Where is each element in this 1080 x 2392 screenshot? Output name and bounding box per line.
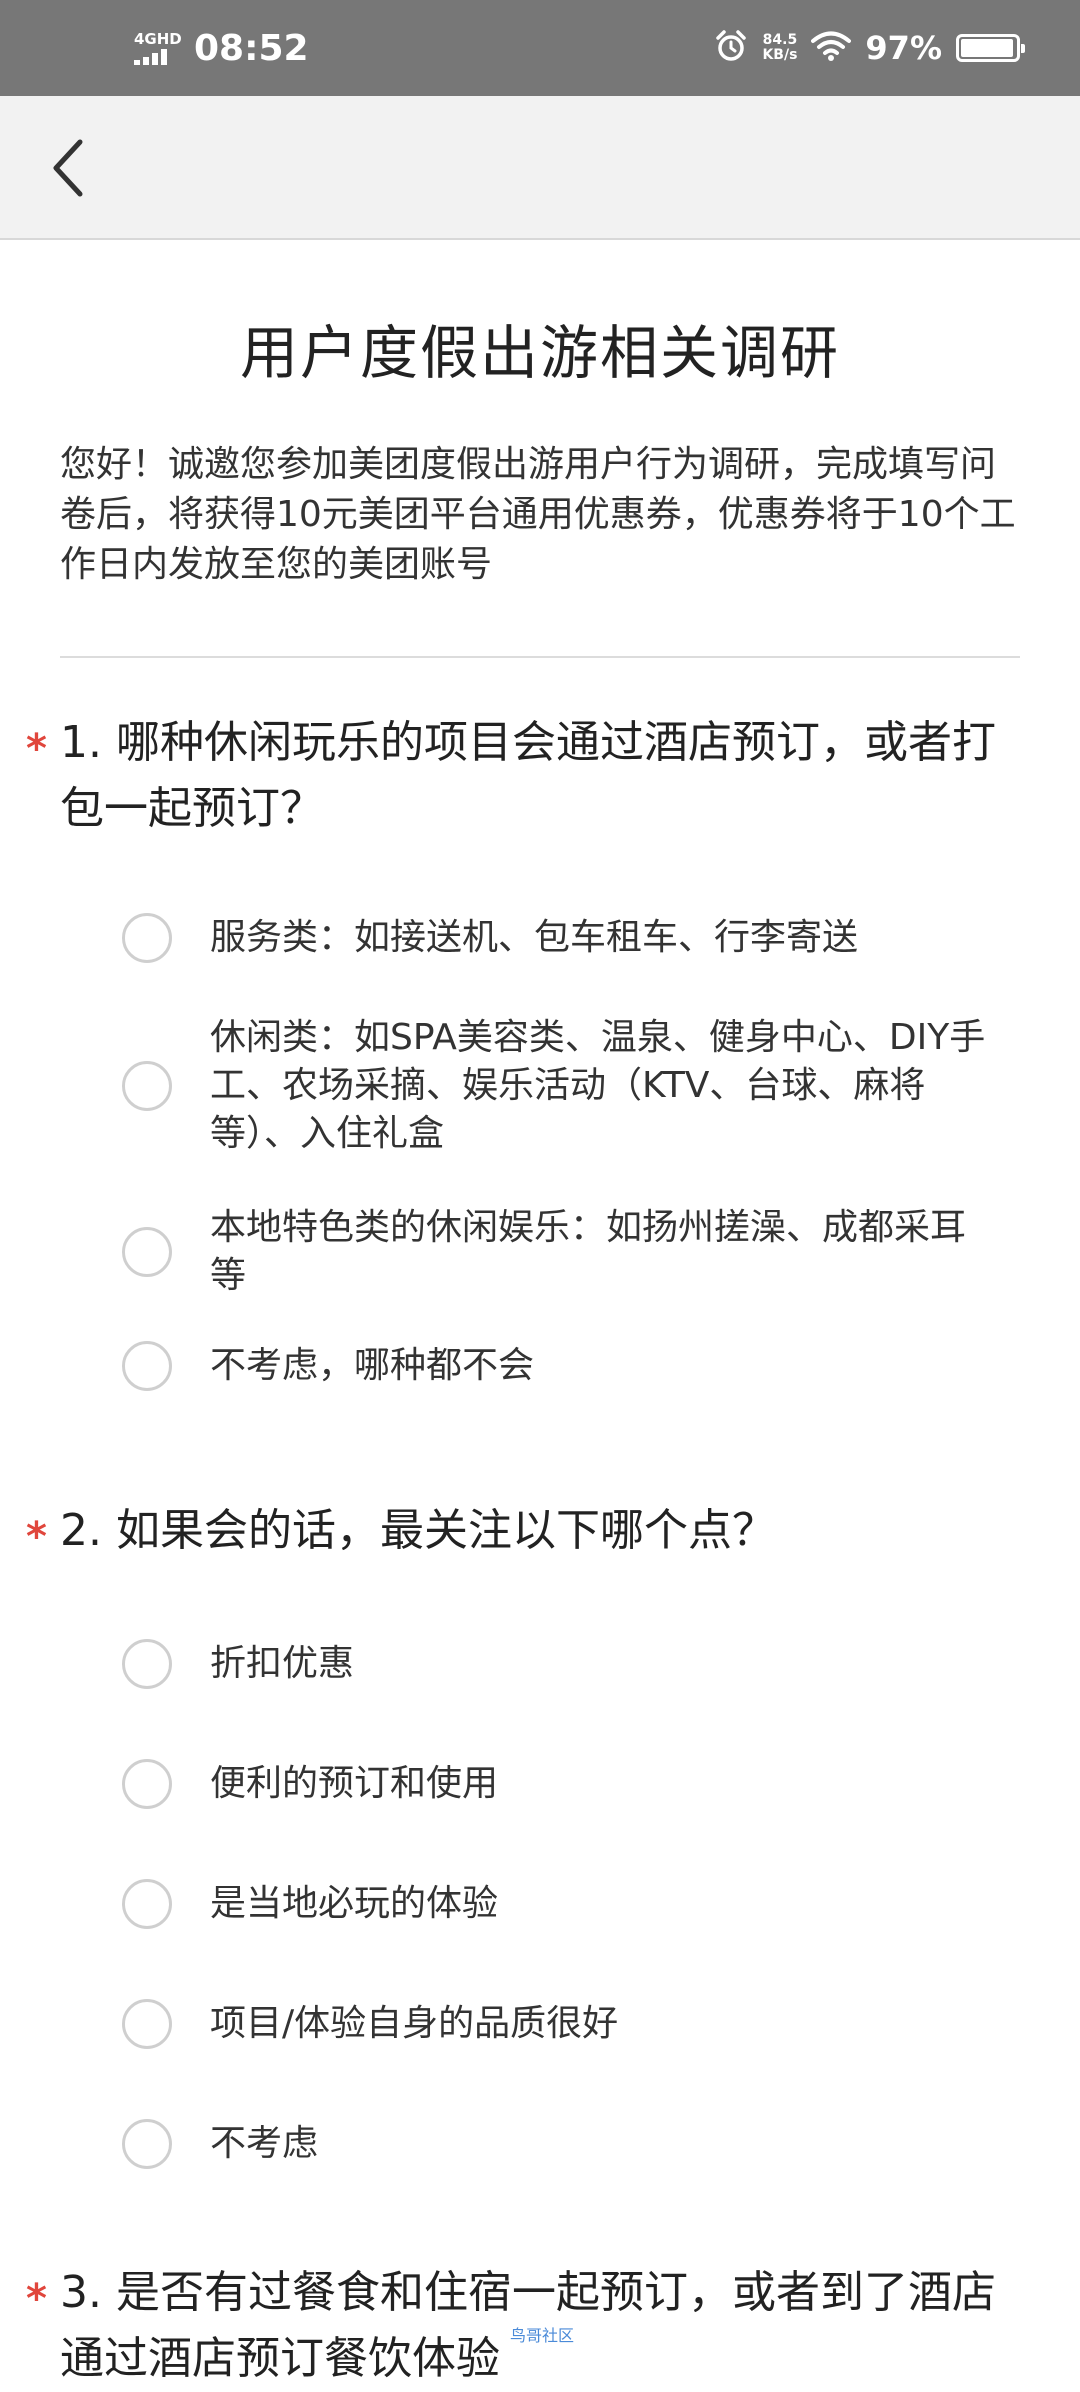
- radio-button[interactable]: [122, 1759, 172, 1809]
- question-text: 2. 如果会的话，最关注以下哪个点？: [60, 1505, 776, 1556]
- option-label: 是当地必玩的体验: [210, 1883, 499, 1924]
- network-indicator: 4GHD: [134, 29, 184, 65]
- option-label: 便利的预订和使用: [210, 1763, 499, 1804]
- option-label: 休闲类：如SPA美容类、温泉、健身中心、DIY手工、农场采摘、娱乐活动（KTV、…: [210, 1017, 986, 1154]
- nav-bar: [0, 96, 1080, 240]
- option-q2-1[interactable]: 折扣优惠: [0, 1634, 1080, 1694]
- chevron-left-icon: [53, 139, 83, 197]
- status-bar: 4GHD 08:52 84.5 KB/s 97%: [0, 0, 1080, 96]
- network-type: 4GHD: [134, 29, 182, 48]
- status-right: 84.5 KB/s 97%: [714, 0, 1025, 96]
- option-label: 折扣优惠: [210, 1643, 355, 1684]
- option-q1-1[interactable]: 服务类：如接送机、包车租车、行李寄送: [0, 908, 1080, 968]
- option-q2-3[interactable]: 是当地必玩的体验: [0, 1874, 1080, 1934]
- question-2: * 2. 如果会的话，最关注以下哪个点？: [0, 1498, 1080, 1564]
- option-q1-3[interactable]: 本地特色类的休闲娱乐：如扬州搓澡、成都采耳等: [0, 1204, 1080, 1300]
- radio-button[interactable]: [122, 1227, 172, 1277]
- option-label: 本地特色类的休闲娱乐：如扬州搓澡、成都采耳等: [210, 1207, 967, 1296]
- option-q2-5[interactable]: 不考虑: [0, 2114, 1080, 2174]
- alarm-icon: [714, 29, 748, 67]
- required-marker: *: [26, 726, 47, 772]
- battery-fill: [961, 39, 1014, 57]
- status-left: 4GHD 08:52: [134, 0, 309, 96]
- option-q2-2[interactable]: 便利的预订和使用: [0, 1754, 1080, 1814]
- option-label: 项目/体验自身的品质很好: [210, 2003, 619, 2044]
- battery-percent: 97%: [865, 29, 942, 67]
- radio-button[interactable]: [122, 1639, 172, 1689]
- option-q2-4[interactable]: 项目/体验自身的品质很好: [0, 1994, 1080, 2054]
- page-title: 用户度假出游相关调研: [239, 319, 840, 387]
- radio-button[interactable]: [122, 1999, 172, 2049]
- question-1: * 1. 哪种休闲玩乐的项目会通过酒店预订，或者打包一起预订？: [0, 710, 1080, 842]
- radio-button[interactable]: [122, 2119, 172, 2169]
- back-button[interactable]: [30, 130, 106, 206]
- signal-icon: [134, 48, 167, 65]
- status-time: 08:52: [194, 27, 309, 69]
- network-speed: 84.5 KB/s: [762, 33, 797, 63]
- option-q1-2[interactable]: 休闲类：如SPA美容类、温泉、健身中心、DIY手工、农场采摘、娱乐活动（KTV、…: [0, 1014, 1080, 1158]
- option-q1-4[interactable]: 不考虑，哪种都不会: [0, 1336, 1080, 1396]
- battery-icon: [956, 34, 1025, 62]
- option-label: 不考虑，哪种都不会: [210, 1345, 535, 1386]
- question-text: 1. 哪种休闲玩乐的项目会通过酒店预订，或者打包一起预订？: [60, 717, 996, 834]
- radio-button[interactable]: [122, 1341, 172, 1391]
- wifi-icon: [811, 30, 852, 66]
- speed-unit: KB/s: [762, 47, 798, 63]
- required-marker: *: [26, 1514, 47, 1560]
- watermark: 鸟哥社区: [510, 2326, 575, 2345]
- required-marker: *: [26, 2276, 47, 2322]
- radio-button[interactable]: [122, 1061, 172, 1111]
- divider: [60, 656, 1020, 658]
- option-label: 不考虑: [210, 2123, 319, 2164]
- option-label: 服务类：如接送机、包车租车、行李寄送: [210, 917, 859, 958]
- radio-button[interactable]: [122, 913, 172, 963]
- speed-value: 84.5: [762, 32, 798, 48]
- survey-intro: 您好！诚邀您参加美团度假出游用户行为调研，完成填写问卷后，将获得10元美团平台通…: [60, 444, 1016, 585]
- question-title: * 1. 哪种休闲玩乐的项目会通过酒店预订，或者打包一起预订？: [0, 710, 1080, 842]
- question-title: * 2. 如果会的话，最关注以下哪个点？: [0, 1498, 1080, 1564]
- radio-button[interactable]: [122, 1879, 172, 1929]
